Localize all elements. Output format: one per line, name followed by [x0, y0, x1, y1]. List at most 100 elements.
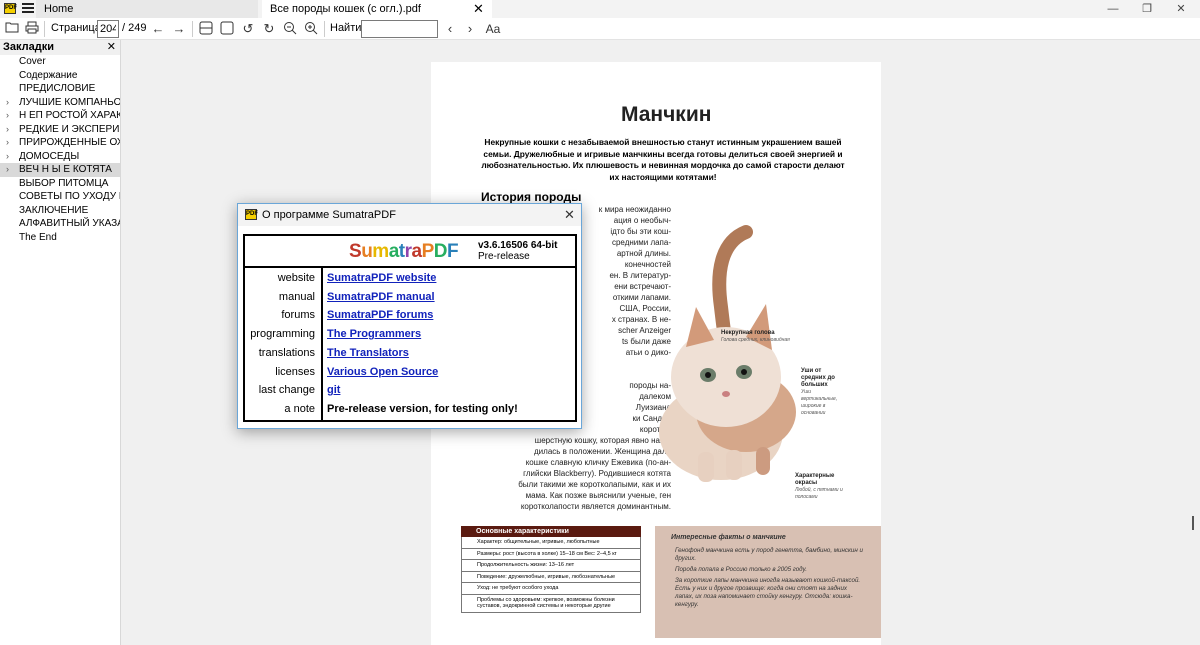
cat-photo: [659, 225, 796, 482]
bookmark-label: АЛФАВИТНЫЙ УКАЗАТЕ.: [19, 218, 120, 229]
expand-arrow-icon[interactable]: ›: [6, 109, 9, 123]
find-label: Найти:: [330, 22, 365, 34]
find-prev-icon[interactable]: ‹: [442, 21, 458, 37]
next-page-icon[interactable]: →: [171, 21, 187, 37]
bookmark-label: Cover: [19, 56, 46, 67]
characteristic-row: Уход: не требуют особого ухода: [461, 583, 641, 595]
info-key: manual: [278, 290, 315, 303]
bookmark-item[interactable]: › Н ЕП РОСТОЙ ХАРАКТЕР: [0, 109, 120, 123]
dialog-titlebar: PDF О программе SumatraPDF ✕: [238, 204, 581, 226]
tab-document[interactable]: Все породы кошек (с огл.).pdf: [262, 0, 492, 18]
fact-item: Порода попала в Россию только в 2005 год…: [675, 566, 807, 573]
close-window-icon[interactable]: ✕: [1166, 0, 1196, 18]
characteristic-row: Характер: общительные, игривые, любопытн…: [461, 537, 641, 549]
rotate-left-icon[interactable]: ↺: [240, 21, 256, 37]
callout-colors: Характерные окрасы Любой, с пятнами и по…: [795, 473, 845, 501]
characteristic-row: Поведение: дружелюбные, игривые, любозна…: [461, 571, 641, 583]
info-link[interactable]: SumatraPDF website: [327, 272, 436, 284]
bookmark-item[interactable]: › РЕДКИЕ И ЭКСПЕРИМЕН: [0, 123, 120, 137]
bookmark-item[interactable]: ВЫБОР ПИТОМЦА: [0, 177, 120, 191]
info-link[interactable]: Various Open Source: [327, 366, 438, 378]
expand-arrow-icon[interactable]: ›: [6, 163, 9, 177]
minimize-icon[interactable]: —: [1098, 0, 1128, 18]
release-text: Pre-release: [478, 251, 530, 262]
history-heading: История породы: [481, 190, 582, 204]
hamburger-menu-icon[interactable]: [22, 3, 34, 14]
fact-item: Генофонд манчкина есть у пород генетта, …: [675, 547, 863, 562]
tab-close-icon[interactable]: ✕: [473, 0, 484, 18]
info-key: translations: [258, 346, 315, 359]
info-link[interactable]: SumatraPDF forums: [327, 309, 433, 321]
rotate-right-icon[interactable]: ↻: [261, 21, 277, 37]
facts-title: Интересные факты о манчкине: [671, 534, 786, 541]
app-logo-icon[interactable]: PDF: [4, 3, 17, 14]
info-link[interactable]: The Translators: [327, 347, 409, 359]
page-number-input[interactable]: [97, 20, 119, 38]
bookmark-item[interactable]: › ПРИРОЖДЕННЫЕ ОХОТН: [0, 136, 120, 150]
info-key: last change: [258, 384, 315, 397]
bookmark-label: Н ЕП РОСТОЙ ХАРАКТЕР: [19, 110, 120, 121]
callout-head-sub: Голова средних, клиновидная: [721, 337, 790, 343]
bookmark-label: ЛУЧШИЕ КОМПАНЬОНЫ: [19, 96, 120, 108]
bookmark-item[interactable]: › ВЕЧ Н Ы Е КОТЯТА: [0, 163, 120, 177]
bookmark-item[interactable]: Cover: [0, 55, 120, 69]
vertical-scrollbar[interactable]: [1190, 40, 1200, 645]
info-link[interactable]: git: [327, 384, 340, 396]
info-row: forums SumatraPDF forums: [245, 307, 575, 326]
bookmark-item[interactable]: › ДОМОСЕДЫ: [0, 150, 120, 164]
maximize-icon[interactable]: ❐: [1132, 0, 1162, 18]
facts-box: Интересные факты о манчкине Генофонд ман…: [655, 526, 881, 638]
bookmark-label: ПРИРОЖДЕННЫЕ ОХОТН: [19, 137, 120, 148]
info-key: forums: [281, 309, 315, 322]
scroll-thumb[interactable]: [1192, 516, 1194, 530]
prev-page-icon[interactable]: ←: [150, 21, 166, 37]
bookmark-item[interactable]: АЛФАВИТНЫЙ УКАЗАТЕ.: [0, 217, 120, 231]
bookmark-label: СОВЕТЫ ПО УХОДУ И СО: [19, 191, 120, 202]
info-link[interactable]: The Programmers: [327, 328, 421, 340]
version-text: v3.6.16506 64-bit: [478, 240, 558, 251]
info-link[interactable]: SumatraPDF manual: [327, 291, 435, 303]
bookmarks-header: Закладки ✕: [0, 40, 120, 55]
info-row: programming The Programmers: [245, 326, 575, 345]
open-folder-icon[interactable]: [4, 21, 20, 37]
match-case-icon[interactable]: Aa: [484, 21, 502, 37]
info-row: a note Pre-release version, for testing o…: [245, 401, 575, 420]
tab-home[interactable]: Home: [36, 0, 258, 18]
callout-ears-title: Уши от средних до больших: [801, 368, 835, 388]
expand-arrow-icon[interactable]: ›: [6, 136, 9, 150]
info-key: licenses: [275, 365, 315, 378]
close-sidebar-icon[interactable]: ✕: [107, 40, 116, 55]
about-info-table: website SumatraPDF website manual SumatraPD…: [243, 266, 577, 422]
info-row: translations The Translators: [245, 345, 575, 364]
bookmark-label: ВЫБОР ПИТОМЦА: [19, 177, 109, 189]
dialog-close-icon[interactable]: ✕: [564, 207, 575, 223]
dialog-title: О программе SumatraPDF: [262, 209, 396, 221]
print-icon[interactable]: [24, 21, 40, 37]
bookmark-label: ДОМОСЕДЫ: [19, 150, 80, 162]
zoom-in-icon[interactable]: [303, 21, 319, 37]
bookmark-item[interactable]: › ЛУЧШИЕ КОМПАНЬОНЫ: [0, 96, 120, 110]
page-label: Страница:: [51, 22, 104, 34]
dialog-app-icon: PDF: [245, 209, 258, 220]
expand-arrow-icon[interactable]: ›: [6, 96, 9, 110]
bookmark-item[interactable]: ПРЕДИСЛОВИЕ: [0, 82, 120, 96]
expand-arrow-icon[interactable]: ›: [6, 123, 9, 137]
callout-ears: Уши от средних до больших Уши вертикальн…: [801, 368, 846, 417]
info-row: licenses Various Open Source: [245, 364, 575, 383]
zoom-out-icon[interactable]: [282, 21, 298, 37]
find-input[interactable]: [361, 20, 438, 38]
sumatra-logo: SumatraPDF: [349, 241, 459, 262]
find-next-icon[interactable]: ›: [462, 21, 478, 37]
expand-arrow-icon[interactable]: ›: [6, 150, 9, 164]
bookmarks-title: Закладки: [3, 41, 55, 53]
bookmark-label: The End: [19, 231, 57, 243]
bookmark-item[interactable]: ЗАКЛЮЧЕНИЕ: [0, 204, 120, 218]
about-banner: SumatraPDF v3.6.16506 64-bit Pre-release: [243, 234, 577, 268]
fit-width-icon[interactable]: [219, 21, 235, 37]
bookmark-item[interactable]: СОВЕТЫ ПО УХОДУ И СО: [0, 190, 120, 204]
bookmark-item[interactable]: The End: [0, 231, 120, 245]
bookmark-item[interactable]: Содержание: [0, 69, 120, 83]
fit-page-icon[interactable]: [198, 21, 214, 37]
version-info: v3.6.16506 64-bit Pre-release: [478, 240, 558, 262]
callout-ears-sub: Уши вертикальные, широкие в основании: [801, 389, 838, 416]
